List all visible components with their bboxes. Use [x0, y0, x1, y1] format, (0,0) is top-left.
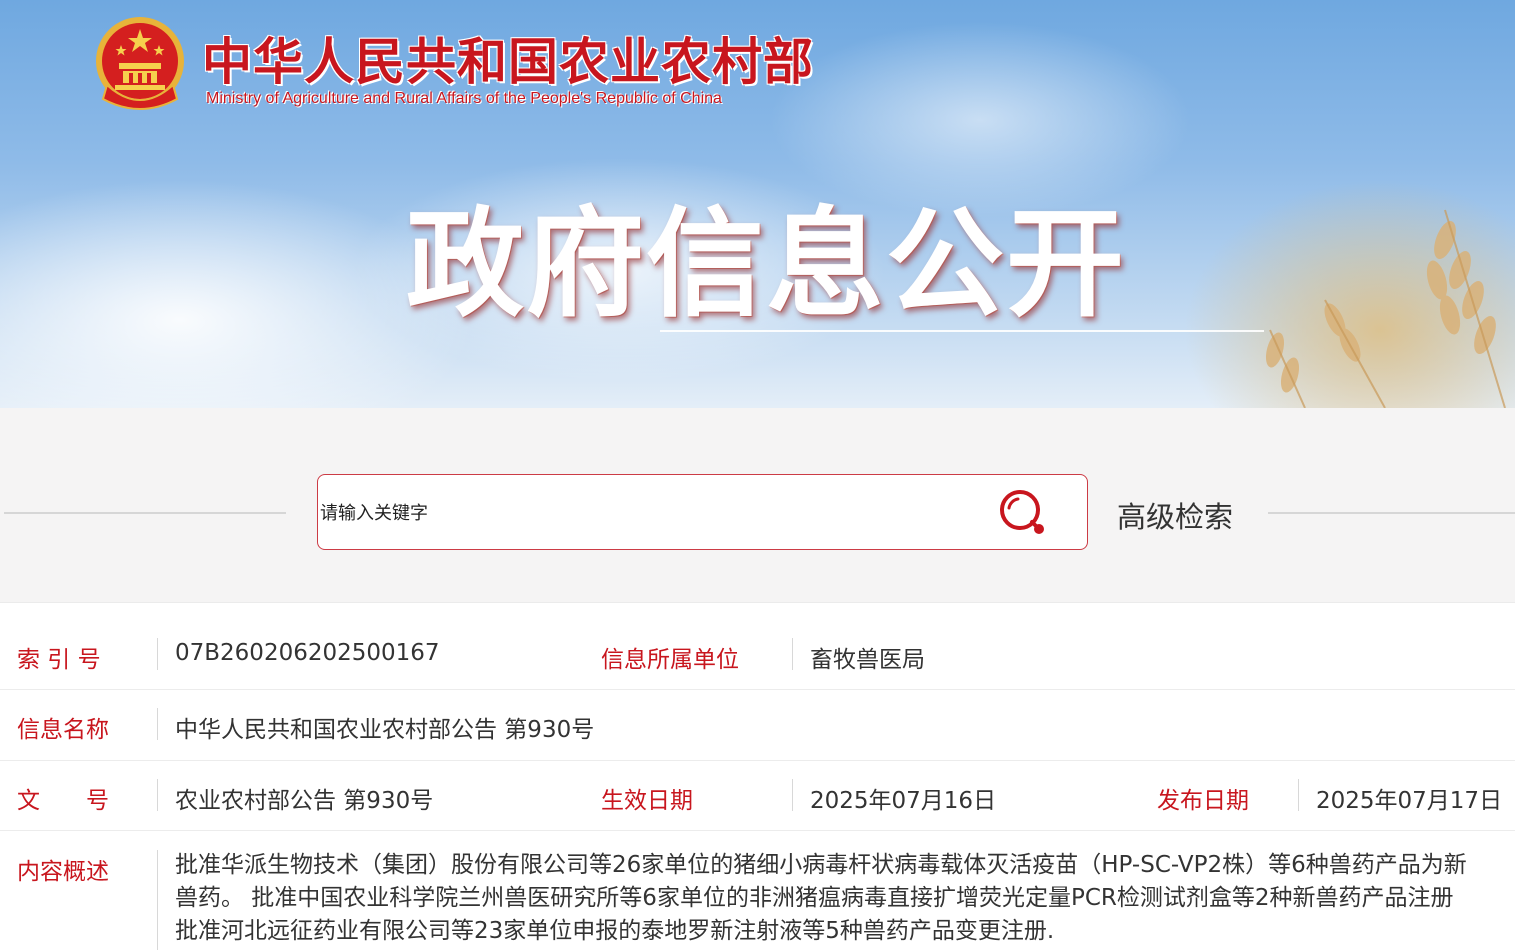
name-value: 中华人民共和国农业农村部公告 第930号: [175, 717, 595, 743]
row-divider: [0, 760, 1515, 761]
effective-date-value: 2025年07月16日: [810, 788, 997, 814]
summary-text: 批准华派生物技术（集团）股份有限公司等26家单位的猪细小病毒杆状病毒载体灭活疫苗…: [175, 849, 1515, 948]
info-table: 索 引 号 07B260206202500167 信息所属单位 畜牧兽医局 信息…: [0, 602, 1515, 952]
search-icon[interactable]: [998, 489, 1050, 539]
column-divider: [157, 779, 158, 811]
title-divider: [660, 330, 1264, 332]
search-input[interactable]: [320, 495, 980, 531]
name-label: 信息名称: [17, 717, 109, 743]
row-divider: [0, 689, 1515, 690]
column-divider: [1298, 779, 1299, 811]
effective-date-label: 生效日期: [601, 788, 693, 814]
column-divider: [157, 708, 158, 740]
row-divider: [0, 830, 1515, 831]
search-divider-right: [1268, 512, 1515, 514]
index-label: 索 引 号: [17, 647, 101, 673]
publish-date-value: 2025年07月17日: [1316, 788, 1503, 814]
unit-value: 畜牧兽医局: [810, 647, 925, 673]
advanced-search-link[interactable]: 高级检索: [1117, 494, 1233, 536]
doc-number-label: 文 号: [17, 788, 109, 814]
page-title: 政府信息公开: [406, 195, 1127, 333]
ministry-name-en: Ministry of Agriculture and Rural Affair…: [206, 90, 722, 107]
national-emblem-icon: [96, 17, 184, 110]
unit-label: 信息所属单位: [601, 647, 739, 673]
summary-label: 内容概述: [17, 859, 109, 885]
doc-number-value: 农业农村部公告 第930号: [175, 788, 434, 814]
summary-line: 批准华派生物技术（集团）股份有限公司等26家单位的猪细小病毒杆状病毒载体灭活疫苗…: [175, 852, 1467, 878]
index-value: 07B260206202500167: [175, 640, 440, 666]
column-divider: [157, 850, 158, 950]
column-divider: [792, 779, 793, 811]
summary-line: 批准河北远征药业有限公司等23家单位申报的泰地罗新注射液等5种兽药产品变更注册.: [175, 918, 1055, 944]
column-divider: [792, 638, 793, 670]
wheat-decoration: [1265, 209, 1506, 408]
publish-date-label: 发布日期: [1157, 788, 1249, 814]
column-divider: [157, 638, 158, 670]
header-banner: 中华人民共和国农业农村部 Ministry of Agriculture and…: [0, 0, 1515, 408]
summary-line: 兽药。 批准中国农业科学院兰州兽医研究所等6家单位的非洲猪瘟病毒直接扩增荧光定量…: [175, 885, 1454, 911]
search-divider-left: [4, 512, 286, 514]
search-box: [317, 474, 1088, 550]
ministry-name-cn: 中华人民共和国农业农村部: [202, 32, 814, 91]
